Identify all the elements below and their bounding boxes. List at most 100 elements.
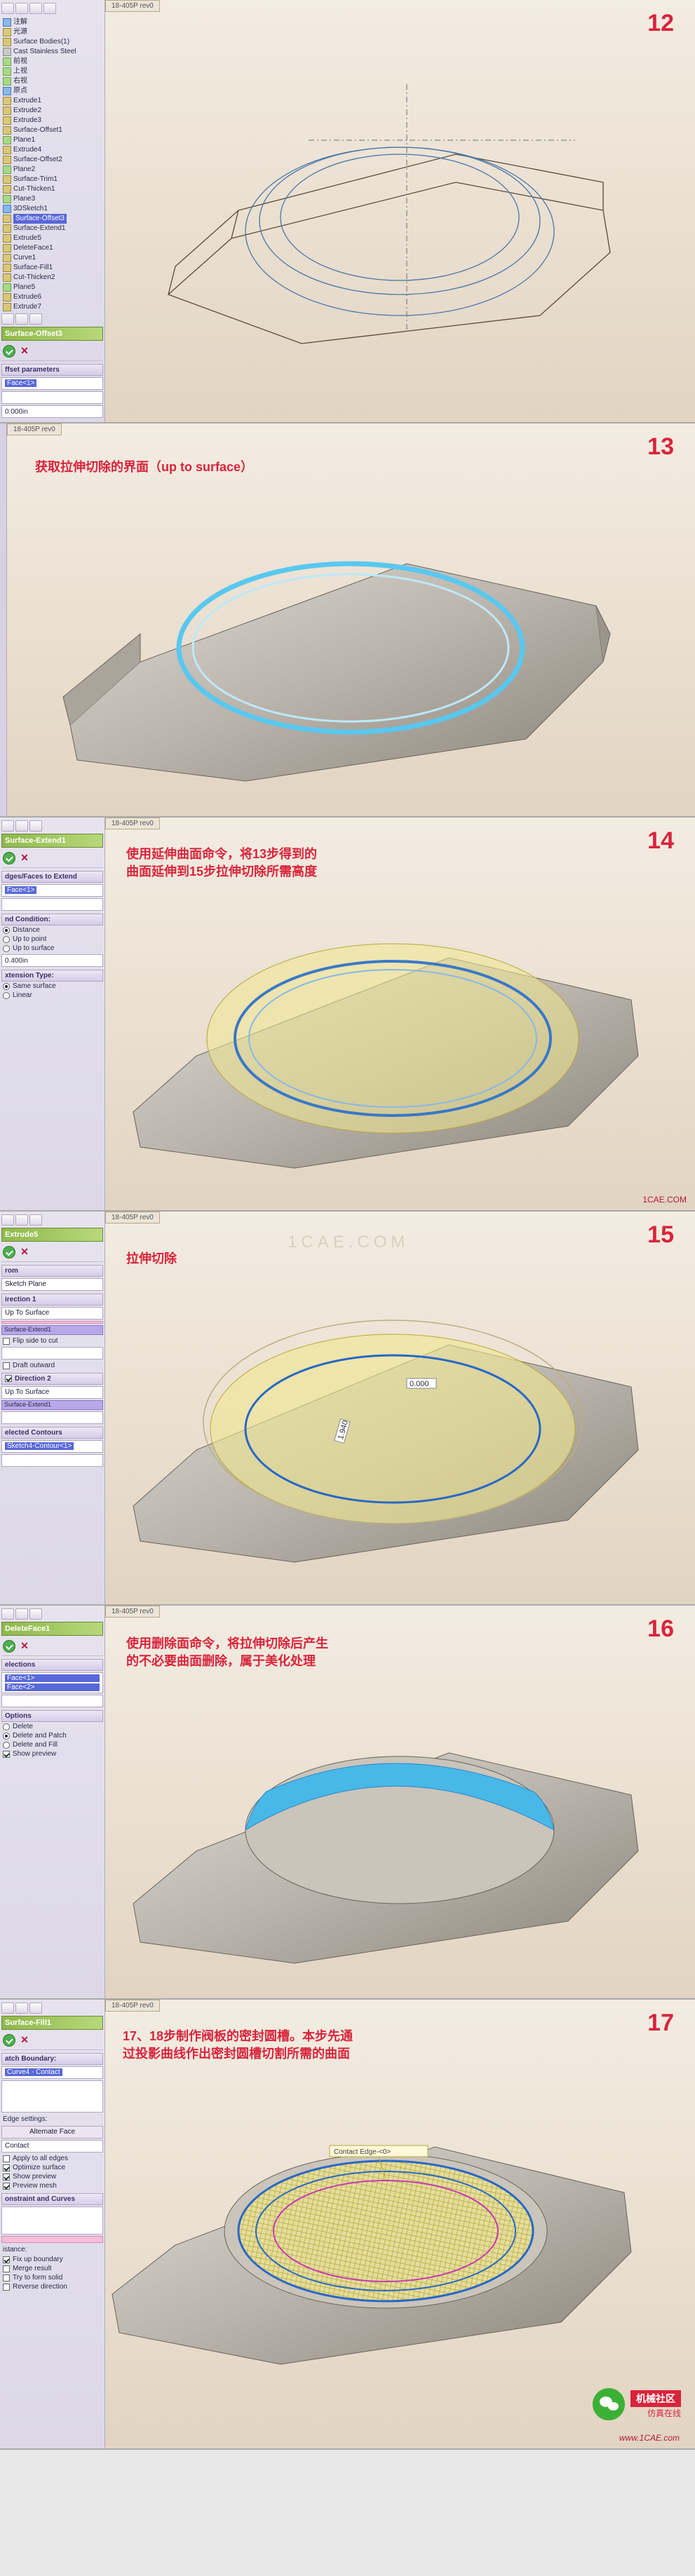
check-try-form-solid[interactable]: Try to form solid <box>1 2273 103 2282</box>
tab-icon[interactable] <box>29 2002 42 2014</box>
face-selection[interactable]: Face<1> <box>1 377 103 390</box>
cancel-icon[interactable]: ✕ <box>18 852 31 865</box>
tree-label[interactable]: Extrude2 <box>13 106 41 116</box>
tree-label[interactable]: 原点 <box>13 86 27 96</box>
tree-label[interactable]: Extrude5 <box>13 233 41 243</box>
tab-icon[interactable] <box>29 1214 42 1226</box>
viewport-12[interactable]: 18-405P rev0 12 <box>105 0 695 422</box>
doc-tab[interactable]: 18-405P rev0 <box>7 423 62 435</box>
tab-icon[interactable] <box>15 1214 28 1226</box>
tree-label[interactable]: 右视 <box>13 76 27 86</box>
tree-label[interactable]: Plane3 <box>13 194 35 204</box>
tab-icon[interactable] <box>29 313 42 325</box>
tab-icon[interactable] <box>15 313 28 325</box>
patch-selection[interactable]: Curve4 - Contact <box>1 2066 103 2079</box>
viewport-16[interactable]: 18-405P rev0 16 使用删除面命令，将拉伸切除后产生 的不必要曲面删… <box>105 1606 695 1998</box>
radio-up-to-point[interactable]: Up to point <box>1 935 103 944</box>
check-reverse-direction[interactable]: Reverse direction <box>1 2282 103 2291</box>
viewport-15[interactable]: 18-405P rev0 15 拉伸切除 0.000 1.940 1CAE.CO… <box>105 1212 695 1604</box>
tree-label[interactable]: Cut-Thicken2 <box>13 273 55 283</box>
radio-delete[interactable]: Delete <box>1 1722 103 1731</box>
tab-icon[interactable] <box>1 3 14 14</box>
empty-selection[interactable] <box>1 1695 103 1707</box>
constraint-selection[interactable] <box>1 2206 103 2235</box>
radio-up-to-surface[interactable]: Up to surface <box>1 944 103 953</box>
cancel-icon[interactable]: ✕ <box>18 2034 31 2047</box>
ok-icon[interactable] <box>3 2034 15 2047</box>
viewport-14[interactable]: 18-405P rev0 14 使用延伸曲面命令，将13步得到的 曲面延伸到15… <box>105 818 695 1210</box>
tree-label[interactable]: Surface-Offset2 <box>13 155 62 165</box>
tree-label[interactable]: Extrude4 <box>13 145 41 155</box>
doc-tab[interactable]: 18-405P rev0 <box>105 0 160 12</box>
tree-label[interactable]: Cut-Thicken1 <box>13 184 55 194</box>
tree-label[interactable]: Extrude6 <box>13 292 41 302</box>
dir1-surface-select[interactable]: Surface-Extend1 <box>1 1325 103 1335</box>
tree-label[interactable]: 光源 <box>13 27 27 37</box>
tree-label[interactable]: 前视 <box>13 57 27 67</box>
contour-selection[interactable]: Sketch4-Contour<1> <box>1 1440 103 1453</box>
tree-label[interactable]: Plane5 <box>13 283 35 292</box>
tree-label[interactable]: Curve1 <box>13 253 36 263</box>
check-draft-outward[interactable]: Draft outward <box>1 1361 103 1370</box>
tree-label[interactable]: Extrude3 <box>13 116 41 126</box>
cancel-icon[interactable]: ✕ <box>18 1246 31 1259</box>
tree-label[interactable]: Plane1 <box>13 135 35 145</box>
tab-icon[interactable] <box>43 3 56 14</box>
tab-icon[interactable] <box>15 1608 28 1620</box>
cancel-icon[interactable]: ✕ <box>18 345 31 358</box>
radio-linear[interactable]: Linear <box>1 991 103 1000</box>
viewport-13[interactable]: 18-405P rev0 13 获取拉伸切除的界面（up to surface） <box>7 423 695 816</box>
check-apply-all[interactable]: Apply to all edges <box>1 2154 103 2163</box>
feature-tree[interactable]: 注解 光源 Surface Bodies(1) Cast Stainless S… <box>1 16 103 313</box>
check-fix-boundary[interactable]: Fix up boundary <box>1 2255 103 2264</box>
tree-label[interactable]: Surface-Offset1 <box>13 126 62 135</box>
dir2-surface-select[interactable]: Surface-Extend1 <box>1 1400 103 1410</box>
tree-label[interactable]: Extrude1 <box>13 96 41 106</box>
tab-icon[interactable] <box>29 1608 42 1620</box>
tree-label[interactable]: 注解 <box>13 18 27 27</box>
tree-label[interactable]: Surface-Trim1 <box>13 175 58 184</box>
draft-angle[interactable] <box>1 1347 103 1360</box>
viewport-17[interactable]: 18-405P rev0 17 17、18步制作阀板的密封圆槽。本步先通 过投影… <box>105 2000 695 2448</box>
doc-tab[interactable]: 18-405P rev0 <box>105 2000 160 2012</box>
tree-label[interactable]: Surface-Fill1 <box>13 263 53 273</box>
doc-tab[interactable]: 18-405P rev0 <box>105 818 160 829</box>
tree-label[interactable]: Surface-Extend1 <box>13 224 66 233</box>
dir1-type-select[interactable]: Up To Surface <box>1 1307 103 1320</box>
contact-select[interactable]: Contact <box>1 2140 103 2153</box>
from-select[interactable]: Sketch Plane <box>1 1278 103 1291</box>
tab-icon[interactable] <box>1 2002 14 2014</box>
tab-icon[interactable] <box>1 1214 14 1226</box>
face-selection[interactable]: Face<1> <box>1 884 103 897</box>
radio-same-surface[interactable]: Same surface <box>1 982 103 991</box>
check-optimize-surface[interactable]: Optimize surface <box>1 2163 103 2172</box>
ok-icon[interactable] <box>3 345 15 358</box>
face-selection[interactable]: Face<1> Face<2> <box>1 1672 103 1693</box>
draft-angle[interactable] <box>1 1411 103 1424</box>
tab-icon[interactable] <box>29 3 42 14</box>
check-preview-mesh[interactable]: Preview mesh <box>1 2181 103 2190</box>
tree-label[interactable]: 3DSketch1 <box>13 204 48 214</box>
offset-distance[interactable]: 0.000in <box>1 405 103 418</box>
check-show-preview[interactable]: Show preview <box>1 2172 103 2181</box>
radio-delete-patch[interactable]: Delete and Patch <box>1 1731 103 1740</box>
tab-icon[interactable] <box>15 820 28 832</box>
tree-label[interactable]: Plane2 <box>13 165 35 175</box>
alt-face-button[interactable]: Alternate Face <box>1 2126 103 2138</box>
empty-selection[interactable] <box>1 898 103 911</box>
empty-selection[interactable] <box>1 391 103 404</box>
radio-distance[interactable]: Distance <box>1 926 103 935</box>
tab-icon[interactable] <box>15 3 28 14</box>
radio-delete-fill[interactable]: Delete and Fill <box>1 1740 103 1749</box>
doc-tab[interactable]: 18-405P rev0 <box>105 1606 160 1618</box>
tree-label[interactable]: Surface-Offset3 <box>13 214 67 224</box>
tab-icon[interactable] <box>1 820 14 832</box>
tree-label[interactable]: Cast Stainless Steel <box>13 47 76 57</box>
empty-selection[interactable] <box>1 2080 103 2113</box>
tab-icon[interactable] <box>29 820 42 832</box>
tree-label[interactable]: DeleteFace1 <box>13 243 53 253</box>
extend-distance[interactable]: 0.400in <box>1 954 103 967</box>
empty-selection[interactable] <box>1 1454 103 1467</box>
tab-icon[interactable] <box>15 2002 28 2014</box>
check-show-preview[interactable]: Show preview <box>1 1749 103 1758</box>
